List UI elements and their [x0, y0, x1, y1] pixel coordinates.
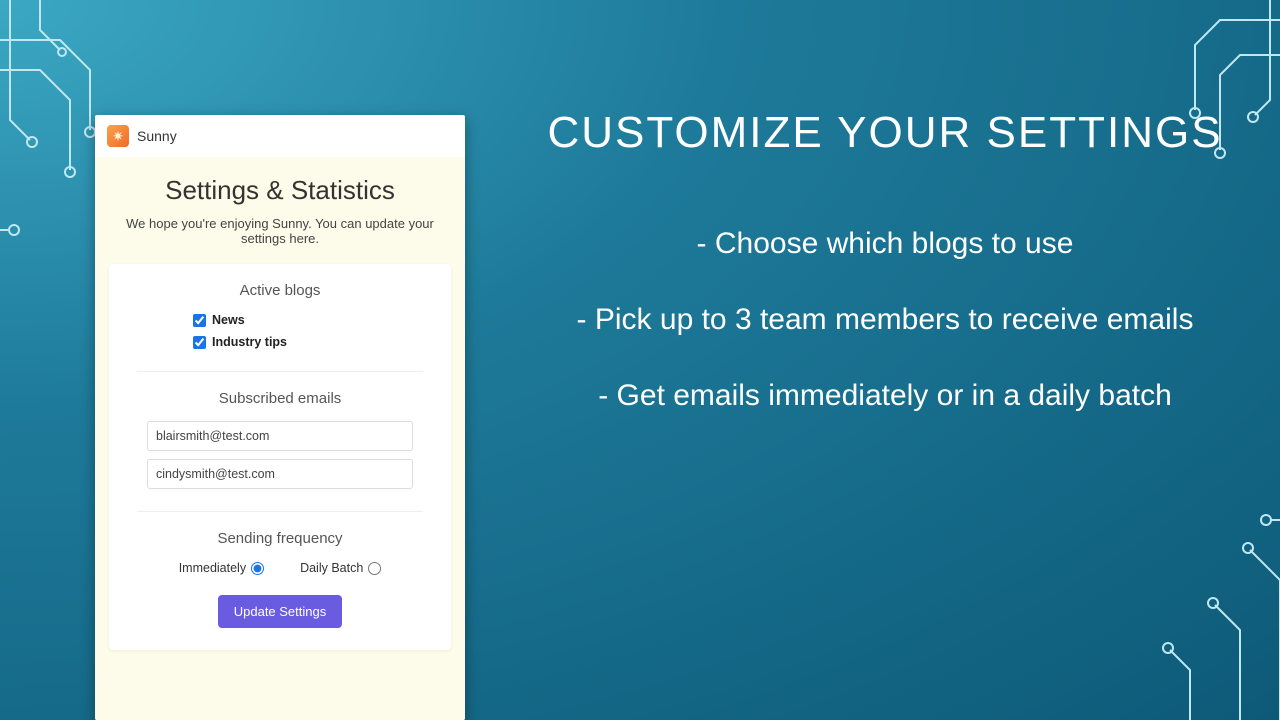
radio-daily-batch[interactable]: Daily Batch — [300, 561, 381, 575]
bullet-item: Choose which blogs to use — [540, 220, 1230, 268]
sun-icon: ✷ — [107, 125, 129, 147]
checkbox-label: Industry tips — [212, 335, 287, 349]
radio-label: Immediately — [179, 561, 246, 575]
email-inputs — [137, 421, 423, 489]
app-header: ✷ Sunny — [95, 115, 465, 157]
sending-frequency-heading: Sending frequency — [137, 530, 423, 547]
update-settings-button[interactable]: Update Settings — [218, 595, 343, 628]
divider — [137, 511, 423, 512]
slide-title: CUSTOMIZE YOUR SETTINGS — [540, 105, 1230, 160]
email-field-2[interactable] — [147, 459, 413, 489]
radio-input[interactable] — [368, 562, 381, 575]
bullet-item: Pick up to 3 team members to receive ema… — [540, 296, 1230, 344]
checkbox-input[interactable] — [193, 314, 206, 327]
panel-body: Settings & Statistics We hope you're enj… — [95, 157, 465, 720]
decoration-circuit-bottom-right — [1040, 460, 1280, 720]
blog-checkbox-industry-tips[interactable]: Industry tips — [193, 335, 423, 349]
checkbox-input[interactable] — [193, 336, 206, 349]
active-blogs-heading: Active blogs — [137, 282, 423, 299]
radio-label: Daily Batch — [300, 561, 363, 575]
subscribed-emails-heading: Subscribed emails — [137, 390, 423, 407]
checkbox-label: News — [212, 313, 245, 327]
settings-card: Active blogs News Industry tips Subscrib… — [109, 264, 451, 650]
blog-checkbox-news[interactable]: News — [193, 313, 423, 327]
app-name: Sunny — [137, 128, 177, 144]
page-title: Settings & Statistics — [109, 175, 451, 206]
frequency-radios: Immediately Daily Batch — [137, 561, 423, 575]
divider — [137, 371, 423, 372]
radio-input[interactable] — [251, 562, 264, 575]
bullet-item: Get emails immediately or in a daily bat… — [540, 372, 1230, 420]
settings-panel: ✷ Sunny Settings & Statistics We hope yo… — [95, 115, 465, 720]
slide-content: CUSTOMIZE YOUR SETTINGS Choose which blo… — [540, 105, 1230, 448]
page-subtitle: We hope you're enjoying Sunny. You can u… — [109, 216, 451, 246]
slide-bullets: Choose which blogs to use Pick up to 3 t… — [540, 220, 1230, 420]
email-field-1[interactable] — [147, 421, 413, 451]
radio-immediately[interactable]: Immediately — [179, 561, 264, 575]
active-blogs-list: News Industry tips — [137, 313, 423, 349]
